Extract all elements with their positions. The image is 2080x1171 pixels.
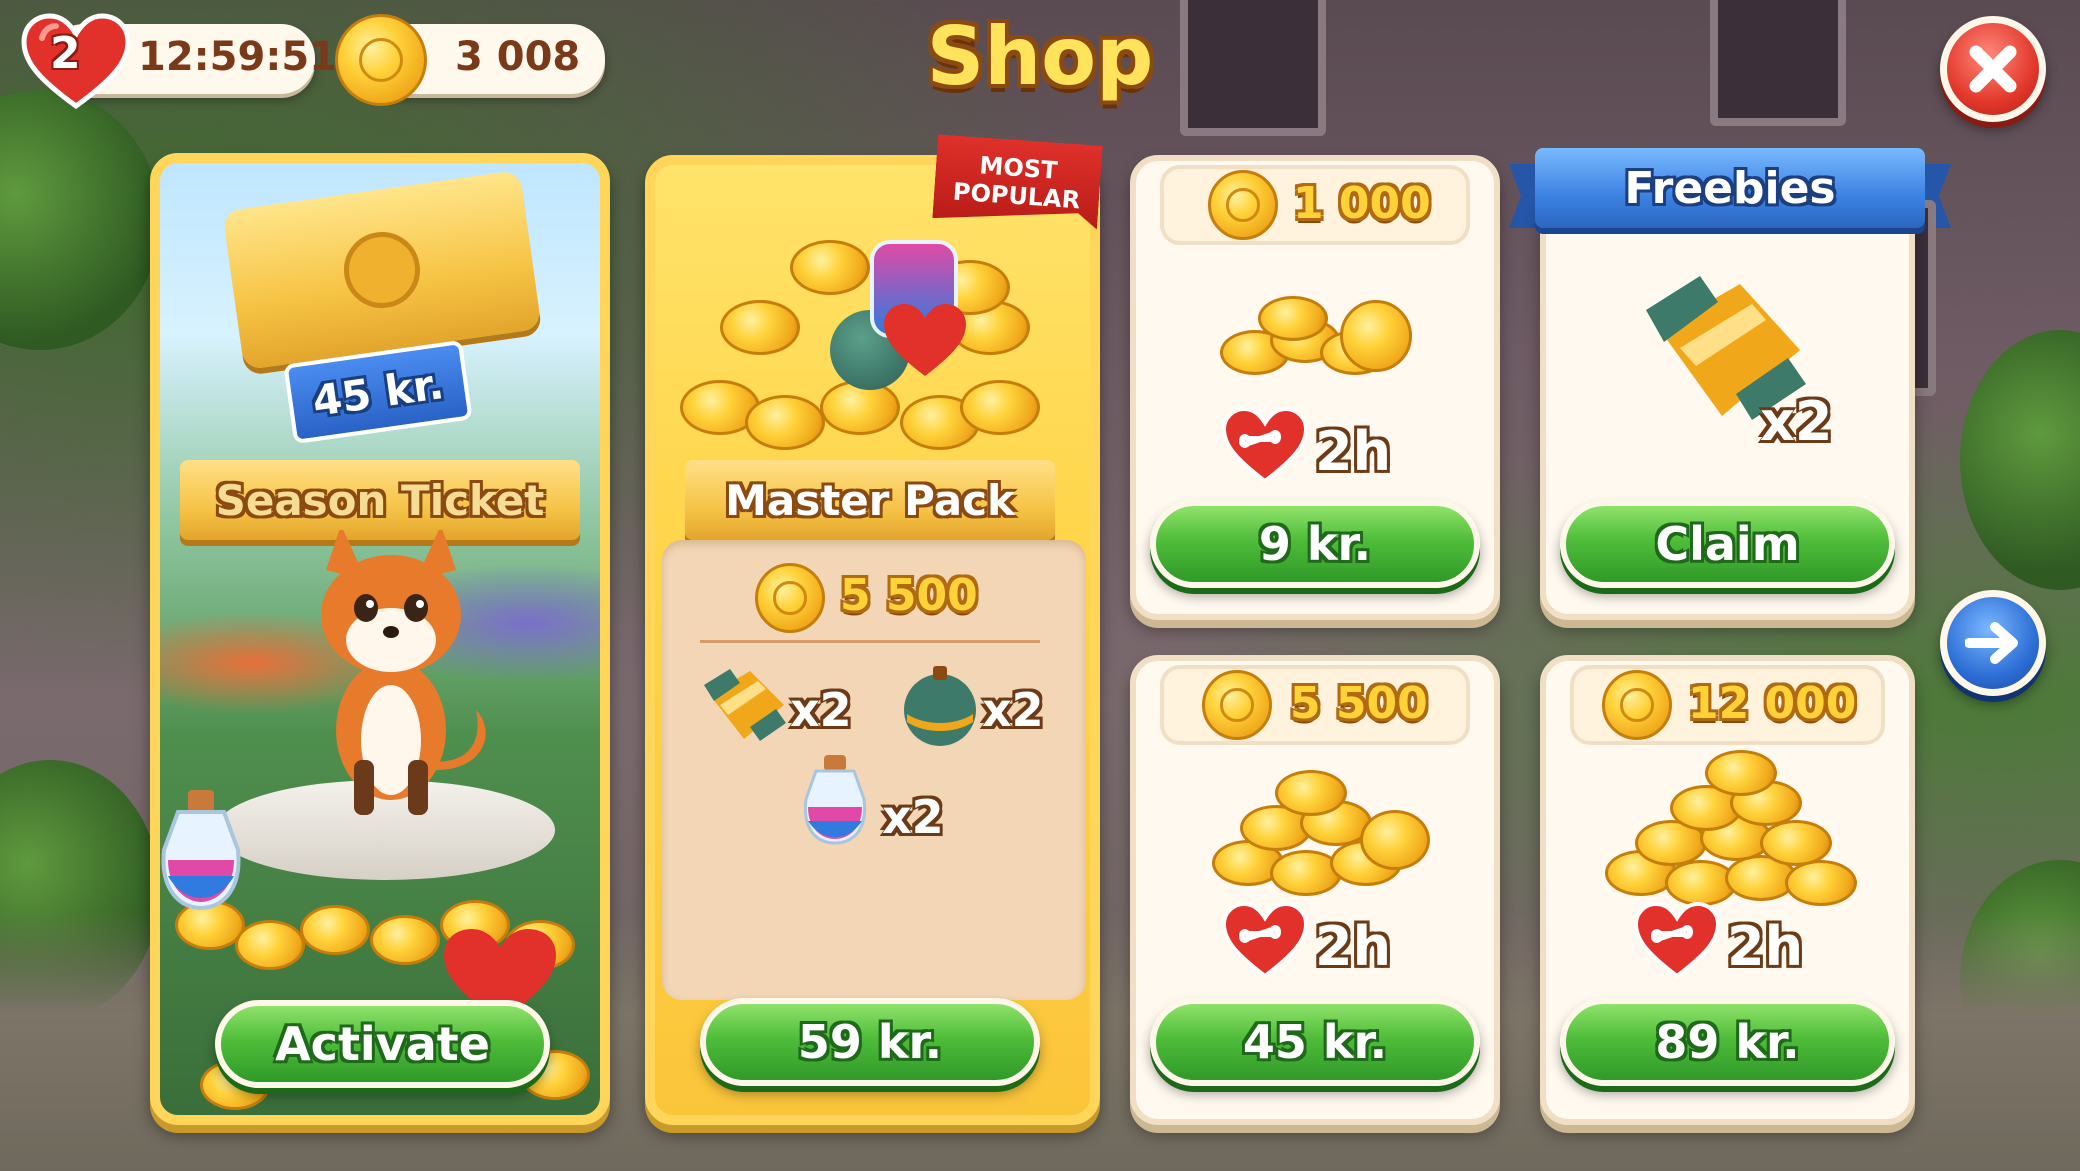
freebies-qty: x2 — [1760, 390, 1833, 453]
bomb-qty: x2 — [982, 683, 1044, 737]
potion-qty: x2 — [882, 790, 944, 844]
offer-duration: 2h — [1727, 915, 1804, 978]
master-pack-buy-button[interactable]: 59 kr. — [700, 998, 1040, 1086]
offer-coins: 12 000 — [1688, 678, 1857, 729]
potion-icon — [803, 755, 867, 845]
offer-5500-buy-button[interactable]: 45 kr. — [1150, 998, 1480, 1086]
master-pack-label: Master Pack — [685, 460, 1055, 540]
infinite-lives-icon — [1633, 901, 1721, 979]
fox-mascot-icon — [321, 530, 486, 815]
coin-icon — [755, 563, 825, 633]
bomb-icon — [904, 666, 976, 746]
freebies-banner: Freebies — [1535, 148, 1925, 228]
arrow-right-icon — [1965, 622, 2018, 664]
close-icon — [1969, 45, 2017, 93]
rocket-qty: x2 — [790, 683, 852, 737]
coin-icon — [1202, 670, 1272, 740]
offer-12000-buy-button[interactable]: 89 kr. — [1560, 998, 1895, 1086]
offer-coins: 5 500 — [1290, 678, 1428, 729]
next-page-button[interactable] — [1940, 590, 2046, 696]
rocket-icon — [704, 669, 786, 741]
infinite-lives-icon — [1221, 901, 1309, 979]
coin-icon — [1602, 670, 1672, 740]
coin-icon — [1208, 170, 1278, 240]
offer-1000-buy-button[interactable]: 9 kr. — [1150, 500, 1480, 588]
activate-button[interactable]: Activate — [215, 1000, 550, 1088]
offer-duration: 2h — [1315, 420, 1392, 483]
divider — [700, 640, 1040, 643]
season-ticket-label: Season Ticket — [180, 460, 580, 540]
potion-icon — [161, 790, 241, 910]
offer-coins: 1 000 — [1293, 178, 1431, 229]
master-pack-coins: 5 500 — [840, 570, 978, 621]
infinite-lives-icon — [1221, 406, 1309, 484]
close-button[interactable] — [1940, 16, 2046, 122]
page-title: Shop — [926, 10, 1154, 103]
offer-duration: 2h — [1315, 915, 1392, 978]
claim-button[interactable]: Claim — [1560, 500, 1895, 588]
